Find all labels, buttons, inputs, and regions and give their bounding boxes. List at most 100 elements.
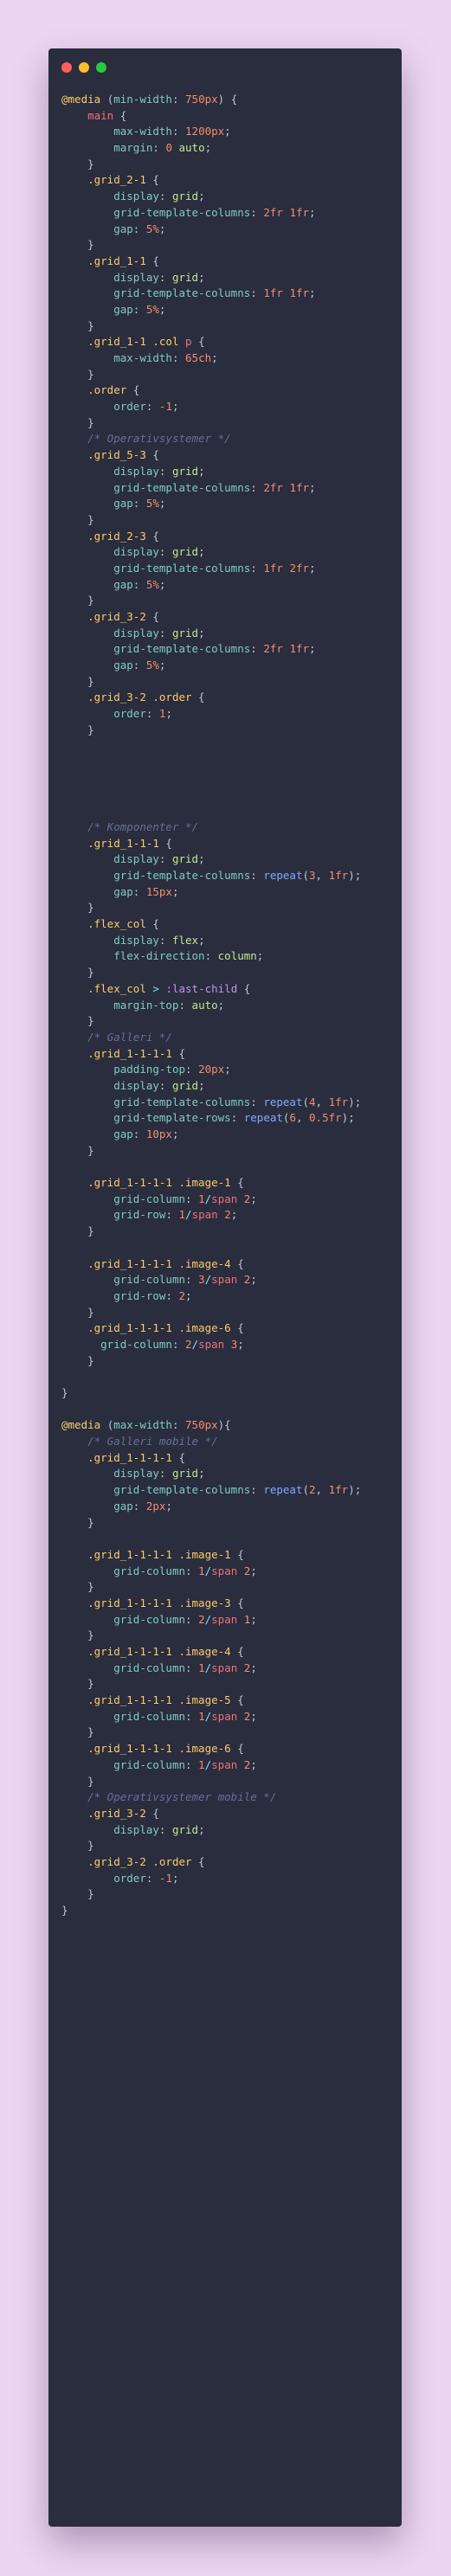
code-token: grid <box>171 626 199 639</box>
code-token: .flex_col <box>87 917 146 931</box>
code-token: grid-column <box>113 1192 186 1205</box>
code-token: { <box>158 836 172 850</box>
code-token: 5% <box>145 577 159 591</box>
code-token: ) { <box>217 93 238 106</box>
code-line: order: 1; <box>61 706 402 723</box>
code-line: } <box>61 1579 402 1596</box>
code-line: } <box>61 900 402 916</box>
code-line: grid-column: 1/span 2; <box>61 1709 402 1725</box>
code-token: .image-3 <box>178 1596 231 1609</box>
code-token: ; <box>158 302 166 316</box>
minimize-button[interactable] <box>79 62 89 73</box>
code-token: } <box>61 1580 94 1594</box>
code-token: / <box>204 1273 212 1287</box>
code-token: , <box>295 1111 310 1125</box>
code-token: 1200px <box>185 125 225 138</box>
code-token: { <box>171 1450 186 1464</box>
code-line: grid-template-columns: repeat(2, 1fr); <box>61 1482 402 1499</box>
code-token: : <box>185 1192 199 1205</box>
code-token: ; <box>250 1612 257 1626</box>
code-token: : <box>250 1483 264 1497</box>
close-button[interactable] <box>61 62 72 73</box>
code-token: span <box>211 1757 238 1771</box>
code-token: } <box>61 594 94 607</box>
code-token: ; <box>309 642 316 656</box>
code-token: max-width <box>113 351 172 364</box>
code-token: , <box>315 869 329 882</box>
code-token: } <box>61 415 94 429</box>
code-token: ; <box>198 270 205 284</box>
code-token: : <box>250 480 264 494</box>
code-token: } <box>61 1839 94 1853</box>
code-token: { <box>145 254 159 267</box>
code-token: .grid_2-3 <box>87 529 146 543</box>
code-token: .grid_5-3 <box>87 448 146 462</box>
code-line: } <box>61 723 402 739</box>
code-token: 1 <box>198 1709 205 1723</box>
code-token: { <box>126 383 140 397</box>
code-line: display: grid; <box>61 544 402 561</box>
code-token: ); <box>348 1483 362 1497</box>
code-line: } <box>61 1305 402 1321</box>
code-token: /* Komponenter */ <box>87 819 199 833</box>
code-token: 0.5fr <box>309 1111 342 1125</box>
code-token: 2 <box>185 1337 192 1351</box>
code-token: grid-column <box>113 1564 186 1577</box>
code-token: } <box>61 966 94 980</box>
code-token: /* Galleri */ <box>87 1030 172 1044</box>
code-token: ; <box>250 1192 257 1205</box>
code-token: / <box>204 1564 212 1577</box>
code-line: } <box>61 1725 402 1741</box>
code-token: 1 <box>178 1208 186 1222</box>
code-token: ; <box>198 190 205 203</box>
code-line: gap: 15px; <box>61 884 402 901</box>
code-line: } <box>61 593 402 609</box>
code-token: 1 <box>198 1192 205 1205</box>
code-token: { <box>171 1046 186 1060</box>
code-token: -1 <box>158 1871 172 1885</box>
code-token: .grid_1-1-1-1 <box>87 1693 172 1707</box>
code-token: : <box>132 577 146 591</box>
code-line: .grid_1-1-1-1 .image-1 { <box>61 1547 402 1564</box>
code-line: } <box>61 1838 402 1854</box>
code-token: : <box>132 884 146 898</box>
code-line: .grid_1-1-1-1 .image-3 { <box>61 1596 402 1612</box>
code-token: 2fr <box>263 480 283 494</box>
code-line: gap: 5%; <box>61 302 402 318</box>
code-token: : <box>250 205 264 219</box>
code-token: 750px <box>185 1418 218 1432</box>
code-line: .grid_1-1-1-1 .image-6 { <box>61 1320 402 1337</box>
code-token: column <box>217 949 257 963</box>
code-token: display <box>113 852 159 866</box>
code-token: grid <box>171 270 199 284</box>
code-token: ){ <box>217 1418 231 1432</box>
code-token: : <box>158 464 172 478</box>
code-line: } <box>61 157 402 173</box>
code-token: .image-5 <box>178 1693 231 1707</box>
code-token: 3 <box>309 869 316 882</box>
code-token: grid-column <box>113 1273 186 1287</box>
code-line: gap: 5%; <box>61 577 402 594</box>
code-token: ; <box>158 222 166 235</box>
code-token: { <box>191 691 205 704</box>
code-token: display <box>113 464 159 478</box>
code-token: 2 <box>309 1483 316 1497</box>
code-line: order: -1; <box>61 1871 402 1887</box>
code-line: .grid_3-2 .order { <box>61 690 402 706</box>
code-line: grid-row: 2; <box>61 1288 402 1305</box>
code-token: display <box>113 190 159 203</box>
maximize-button[interactable] <box>96 62 106 73</box>
code-token: { <box>230 1693 244 1707</box>
code-token: .grid_1-1 <box>87 335 146 349</box>
